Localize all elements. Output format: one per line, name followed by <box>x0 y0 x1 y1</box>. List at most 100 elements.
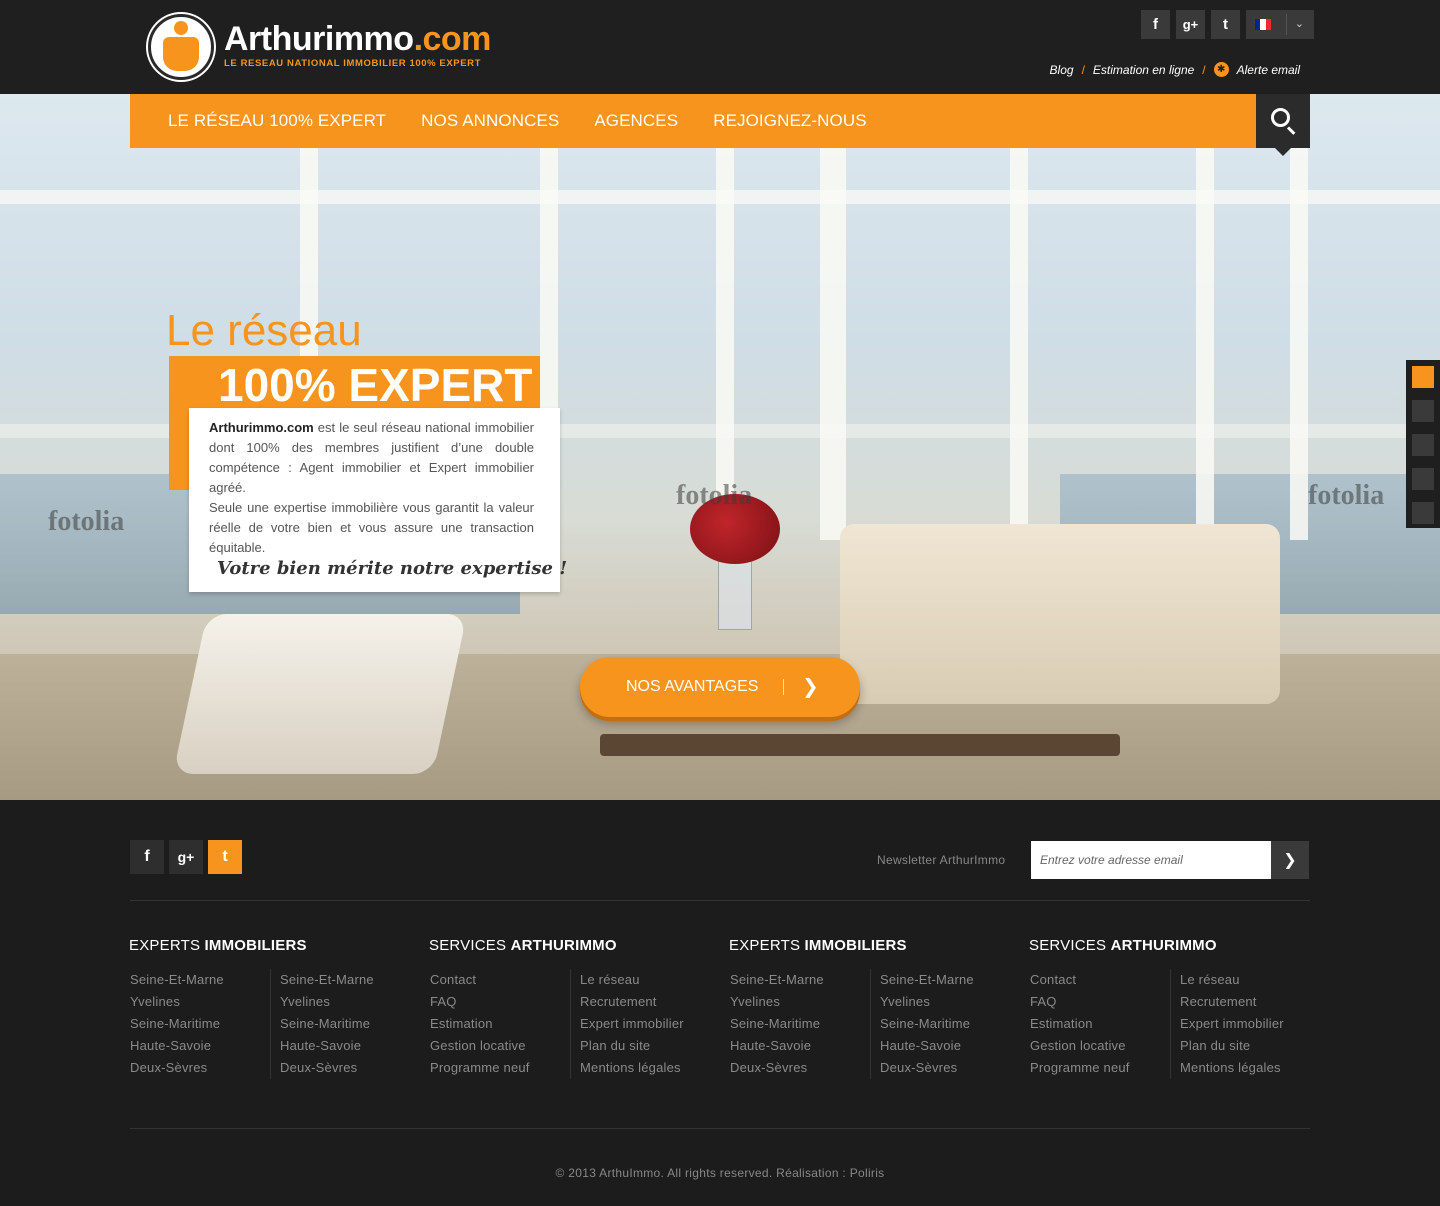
footer-link[interactable]: Seine-Et-Marne <box>730 969 870 991</box>
footer-link[interactable]: Yvelines <box>130 991 270 1013</box>
french-flag-icon <box>1255 19 1271 30</box>
column-title-light: EXPERTS <box>729 937 805 954</box>
logo-name: Arthurimmo.com <box>224 20 491 58</box>
search-button[interactable] <box>1256 94 1310 156</box>
slider-dot[interactable] <box>1412 468 1434 490</box>
footer-link[interactable]: Contact <box>430 969 570 991</box>
column-title-bold: IMMOBILIERS <box>204 937 307 954</box>
footer-link[interactable]: Expert immobilier <box>1180 1013 1310 1035</box>
nav-item-reseau[interactable]: LE RÉSEAU 100% EXPERT <box>168 111 386 131</box>
footer-link[interactable]: Deux-Sèvres <box>280 1057 410 1079</box>
footer-link[interactable]: Seine-Et-Marne <box>130 969 270 991</box>
footer-column-lists: Seine-Et-Marne Yvelines Seine-Maritime Haut… <box>730 969 1010 1079</box>
footer-link[interactable]: Haute-Savoie <box>880 1035 1010 1057</box>
newsletter-submit-button[interactable]: ❯ <box>1271 841 1309 879</box>
newsletter-email-input[interactable] <box>1031 841 1271 879</box>
header-social-links: f g+ t ⌄ <box>1141 10 1314 39</box>
footer-link[interactable]: Programme neuf <box>430 1057 570 1079</box>
footer-link[interactable]: Le réseau <box>1180 969 1310 991</box>
nav-item-rejoignez[interactable]: REJOIGNEZ-NOUS <box>713 111 866 131</box>
footer-link-list: Le réseau Recrutement Expert immobilier Pla… <box>1170 969 1310 1079</box>
column-title-light: SERVICES <box>429 937 511 954</box>
newsletter-label: Newsletter ArthurImmo <box>877 853 1006 867</box>
footer-link[interactable]: Deux-Sèvres <box>730 1057 870 1079</box>
copyright: © 2013 ArthuImmo. All rights reserved. R… <box>555 1166 885 1180</box>
slider-dot[interactable] <box>1412 366 1434 388</box>
vase <box>718 560 752 630</box>
chevron-right-icon: ❯ <box>802 676 819 698</box>
email-alert-link[interactable]: Alerte email <box>1237 63 1300 77</box>
footer-link[interactable]: Plan du site <box>580 1035 710 1057</box>
footer-link[interactable]: Contact <box>1030 969 1170 991</box>
language-separator <box>1286 14 1287 35</box>
footer-link-list: Contact FAQ Estimation Gestion locative Prog… <box>430 969 570 1079</box>
facebook-icon[interactable]: f <box>130 840 164 874</box>
slider-dot[interactable] <box>1412 502 1434 524</box>
footer-link[interactable]: Seine-Et-Marne <box>280 969 410 991</box>
footer-link[interactable]: Expert immobilier <box>580 1013 710 1035</box>
footer-link-list: Seine-Et-Marne Yvelines Seine-Maritime Haut… <box>270 969 410 1079</box>
google-plus-icon[interactable]: g+ <box>169 840 203 874</box>
google-plus-icon[interactable]: g+ <box>1176 10 1205 39</box>
footer-link[interactable]: Seine-Et-Marne <box>880 969 1010 991</box>
footer-link-list: Seine-Et-Marne Yvelines Seine-Maritime Haut… <box>730 969 870 1079</box>
hero-description: Arthurimmo.com est le seul réseau nation… <box>209 418 534 498</box>
footer-link[interactable]: Recrutement <box>1180 991 1310 1013</box>
footer-link[interactable]: Yvelines <box>880 991 1010 1013</box>
footer-link[interactable]: Seine-Maritime <box>880 1013 1010 1035</box>
footer-link[interactable]: FAQ <box>430 991 570 1013</box>
footer-link[interactable]: Gestion locative <box>430 1035 570 1057</box>
header-links: Blog / Estimation en ligne / ✱ Alerte em… <box>1050 62 1300 77</box>
footer-link[interactable]: Estimation <box>1030 1013 1170 1035</box>
footer-link[interactable]: Haute-Savoie <box>130 1035 270 1057</box>
footer-link[interactable]: Seine-Maritime <box>730 1013 870 1035</box>
link-separator: / <box>1202 62 1206 77</box>
coffee-table <box>600 734 1120 756</box>
cta-separator <box>783 679 784 695</box>
estimation-link[interactable]: Estimation en ligne <box>1093 63 1194 77</box>
footer-link[interactable]: Deux-Sèvres <box>130 1057 270 1079</box>
window-frame <box>1010 94 1028 540</box>
blog-link[interactable]: Blog <box>1050 63 1074 77</box>
footer-link[interactable]: Haute-Savoie <box>280 1035 410 1057</box>
window-frame <box>820 94 846 540</box>
nav-item-agences[interactable]: AGENCES <box>594 111 678 131</box>
slider-dot[interactable] <box>1412 400 1434 422</box>
hero-text-2: Seule une expertise immobilière vous gar… <box>209 500 534 555</box>
chevron-down-icon: ⌄ <box>1294 18 1304 30</box>
footer-link[interactable]: FAQ <box>1030 991 1170 1013</box>
footer-link[interactable]: Recrutement <box>580 991 710 1013</box>
footer-link[interactable]: Yvelines <box>280 991 410 1013</box>
search-icon <box>1271 108 1290 127</box>
column-title-light: EXPERTS <box>129 937 205 954</box>
site-footer: f g+ t Newsletter ArthurImmo ❯ EXPERTS I… <box>0 800 1440 1206</box>
footer-link[interactable]: Programme neuf <box>1030 1057 1170 1079</box>
footer-link[interactable]: Mentions légales <box>1180 1057 1310 1079</box>
window-frame <box>1290 94 1308 540</box>
footer-link[interactable]: Haute-Savoie <box>730 1035 870 1057</box>
watermark: fotolia <box>676 480 753 511</box>
hero-description-card: Arthurimmo.com est le seul réseau nation… <box>189 408 567 592</box>
footer-link[interactable]: Seine-Maritime <box>130 1013 270 1035</box>
facebook-icon[interactable]: f <box>1141 10 1170 39</box>
language-selector[interactable]: ⌄ <box>1246 10 1314 39</box>
twitter-icon[interactable]: t <box>208 840 242 874</box>
link-separator: / <box>1081 62 1085 77</box>
footer-link[interactable]: Seine-Maritime <box>280 1013 410 1035</box>
footer-link[interactable]: Estimation <box>430 1013 570 1035</box>
footer-link[interactable]: Mentions légales <box>580 1057 710 1079</box>
twitter-icon[interactable]: t <box>1211 10 1240 39</box>
hero-slogan: Votre bien mérite notre expertise ! <box>217 558 568 579</box>
footer-column: SERVICES ARTHURIMMO Contact FAQ Estimation G… <box>1029 937 1284 1079</box>
footer-link[interactable]: Plan du site <box>1180 1035 1310 1057</box>
slider-dot[interactable] <box>1412 434 1434 456</box>
nos-avantages-button[interactable]: NOS AVANTAGES ❯ <box>580 657 860 717</box>
footer-link[interactable]: Deux-Sèvres <box>880 1057 1010 1079</box>
search-pointer <box>1275 148 1291 156</box>
footer-link[interactable]: Gestion locative <box>1030 1035 1170 1057</box>
footer-link[interactable]: Le réseau <box>580 969 710 991</box>
window-frame <box>716 94 734 540</box>
nav-item-annonces[interactable]: NOS ANNONCES <box>421 111 559 131</box>
footer-column-title: EXPERTS IMMOBILIERS <box>729 937 907 954</box>
footer-link[interactable]: Yvelines <box>730 991 870 1013</box>
